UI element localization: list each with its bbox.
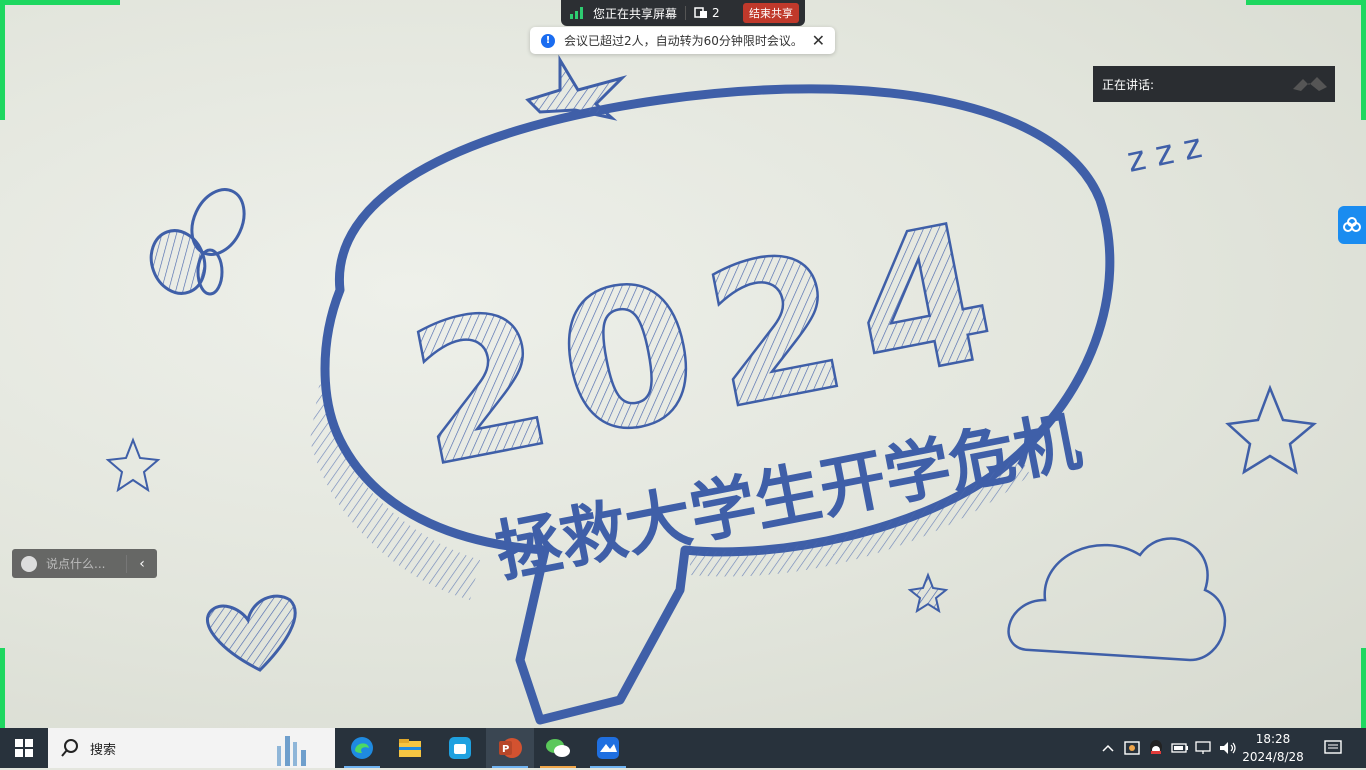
taskbar-app-edge[interactable] xyxy=(338,728,386,768)
participants-icon xyxy=(694,7,708,18)
battery-icon xyxy=(1171,743,1188,753)
share-border-corner xyxy=(1246,0,1366,5)
notice-message: 会议已超过2人，自动转为60分钟限时会议。 xyxy=(564,34,803,48)
meeting-limit-notice: ! 会议已超过2人，自动转为60分钟限时会议。 ✕ xyxy=(530,27,835,54)
taskbar-app-wechat[interactable] xyxy=(534,728,582,768)
chevron-up-icon xyxy=(1102,744,1114,752)
share-border-corner xyxy=(1361,0,1366,120)
screen-share-toolbar: 您正在共享屏幕 2 结束共享 xyxy=(561,0,805,26)
participants-button[interactable]: 2 xyxy=(694,6,720,20)
chat-comment-box[interactable]: 说点什么... ‹ xyxy=(12,549,157,578)
butterfly-doodle xyxy=(149,188,246,296)
share-border-corner xyxy=(0,648,5,728)
cloud-doodle xyxy=(1007,537,1227,662)
floating-toolbar-button[interactable] xyxy=(1338,206,1366,244)
network-icon xyxy=(1195,741,1211,754)
share-border-corner xyxy=(0,0,5,120)
tray-qq[interactable] xyxy=(1146,728,1166,768)
security-icon xyxy=(1124,741,1140,755)
speaking-indicator-panel: 正在讲话: xyxy=(1093,66,1335,102)
notification-center-button[interactable] xyxy=(1316,728,1350,768)
search-icon xyxy=(61,739,78,757)
collapse-chevron-icon[interactable]: ‹ xyxy=(127,556,157,572)
clock-date: 2024/8/28 xyxy=(1242,750,1304,764)
show-hidden-icons-button[interactable] xyxy=(1098,728,1118,768)
tray-battery[interactable] xyxy=(1170,728,1190,768)
volume-icon xyxy=(1220,742,1236,754)
qq-icon xyxy=(1150,740,1162,754)
star-doodle-left xyxy=(105,437,161,493)
signal-strength-icon xyxy=(570,7,584,19)
zzz-doodle: z z z xyxy=(1124,126,1206,181)
speaking-label: 正在讲话: xyxy=(1102,77,1155,92)
tray-volume[interactable] xyxy=(1218,728,1238,768)
taskbar-app-store[interactable] xyxy=(436,728,484,768)
taskbar-app-tencent-meeting[interactable] xyxy=(584,728,632,768)
close-icon[interactable]: ✕ xyxy=(812,31,825,50)
comment-placeholder[interactable]: 说点什么... xyxy=(46,555,126,572)
store-icon xyxy=(449,737,471,759)
slide-illustration: z z z 2024 拯救大学生开学危机 xyxy=(105,54,1318,725)
edge-icon xyxy=(351,737,373,759)
taskbar-search-box[interactable]: 搜索 xyxy=(48,728,335,768)
meeting-logo-icon xyxy=(1293,77,1327,91)
windows-logo-icon xyxy=(15,739,33,757)
tray-security[interactable] xyxy=(1122,728,1142,768)
end-share-button[interactable]: 结束共享 xyxy=(743,3,799,23)
wechat-icon xyxy=(546,739,570,757)
tray-network[interactable] xyxy=(1194,728,1214,768)
start-button[interactable] xyxy=(0,728,48,768)
share-border-corner xyxy=(1361,648,1366,728)
star-doodle-small xyxy=(907,572,949,614)
notification-icon xyxy=(1324,740,1342,754)
share-border-corner xyxy=(0,0,120,5)
share-status-text: 您正在共享屏幕 xyxy=(593,6,678,21)
powerpoint-icon: P xyxy=(499,738,522,758)
city-skyline-icon xyxy=(277,736,306,766)
taskbar-clock[interactable]: 18:28 2024/8/28 xyxy=(1240,728,1306,770)
tencent-meeting-icon xyxy=(597,737,619,759)
participant-count: 2 xyxy=(712,6,720,20)
emoji-icon[interactable] xyxy=(21,555,37,572)
shared-screen-area: z z z 2024 拯救大学生开学危机 xyxy=(0,0,1366,728)
heart-doodle xyxy=(206,594,297,672)
cloud-sync-icon xyxy=(1343,217,1361,232)
taskbar-app-powerpoint[interactable]: P xyxy=(486,728,534,768)
clock-time: 18:28 xyxy=(1255,732,1291,746)
taskbar-app-file-explorer[interactable] xyxy=(386,728,434,768)
search-label: 搜索 xyxy=(90,742,117,758)
info-icon: ! xyxy=(541,33,555,48)
svg-text:P: P xyxy=(502,744,509,755)
file-explorer-icon xyxy=(399,739,421,757)
windows-taskbar: 搜索 P 18:28 2024/8/28 xyxy=(0,728,1366,768)
star-doodle-right xyxy=(1225,384,1318,475)
